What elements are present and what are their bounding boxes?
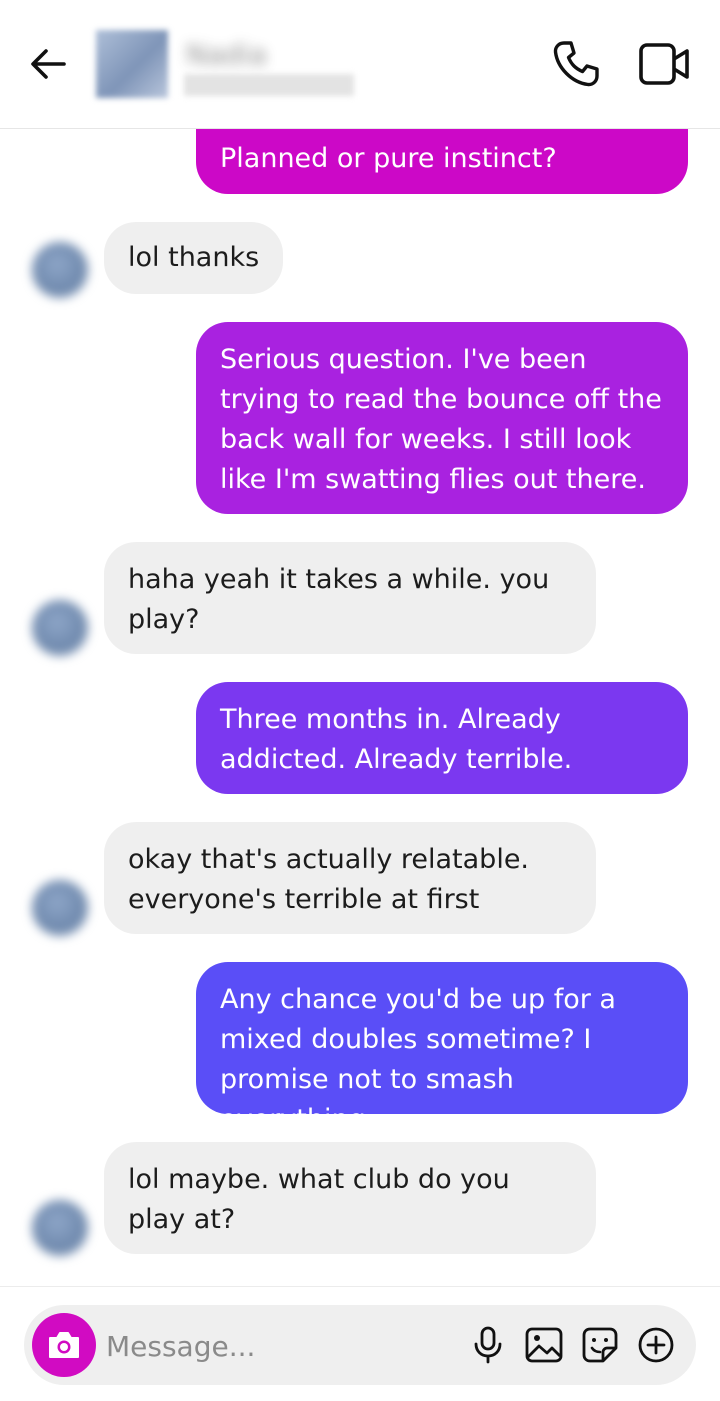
sent-message[interactable]: Serious question. I've been trying to re… xyxy=(196,322,688,514)
sender-avatar xyxy=(32,1200,88,1256)
arrow-left-icon xyxy=(31,49,66,79)
message-thread[interactable]: Planned or pure instinct? lol thanks Ser… xyxy=(0,0,720,1286)
sticker-button[interactable] xyxy=(580,1325,620,1365)
voice-call-button[interactable] xyxy=(550,38,602,90)
image-icon xyxy=(525,1327,563,1363)
camera-button[interactable] xyxy=(32,1313,96,1377)
sent-message[interactable]: Three months in. Already addicted. Alrea… xyxy=(196,682,688,794)
message-composer xyxy=(24,1305,696,1385)
composer-bar xyxy=(0,1286,720,1401)
video-call-button[interactable] xyxy=(636,40,692,88)
conversation-header: Nadia xyxy=(0,0,720,129)
contact-name[interactable]: Nadia xyxy=(186,38,267,71)
sent-message[interactable]: Any chance you'd be up for a mixed doubl… xyxy=(196,962,688,1135)
gallery-button[interactable] xyxy=(524,1325,564,1365)
received-message[interactable]: okay that's actually relatable. everyone… xyxy=(104,822,596,934)
sender-avatar xyxy=(32,242,88,298)
contact-username xyxy=(184,74,354,96)
video-camera-icon xyxy=(639,43,689,85)
voice-message-button[interactable] xyxy=(468,1325,508,1365)
sender-avatar xyxy=(32,880,88,936)
phone-icon xyxy=(553,41,599,87)
received-message[interactable]: lol thanks xyxy=(104,222,284,294)
contact-avatar[interactable] xyxy=(96,30,168,98)
back-button[interactable] xyxy=(24,40,72,88)
microphone-icon xyxy=(474,1326,502,1364)
plus-circle-icon xyxy=(638,1327,674,1363)
message-input[interactable] xyxy=(104,1321,448,1371)
received-message[interactable]: haha yeah it takes a while. you play? xyxy=(104,542,596,654)
more-options-button[interactable] xyxy=(636,1325,676,1365)
camera-icon xyxy=(49,1332,79,1358)
sender-avatar xyxy=(32,600,88,656)
sticker-icon xyxy=(582,1327,618,1363)
received-message[interactable]: lol maybe. what club do you play at? xyxy=(104,1142,596,1254)
